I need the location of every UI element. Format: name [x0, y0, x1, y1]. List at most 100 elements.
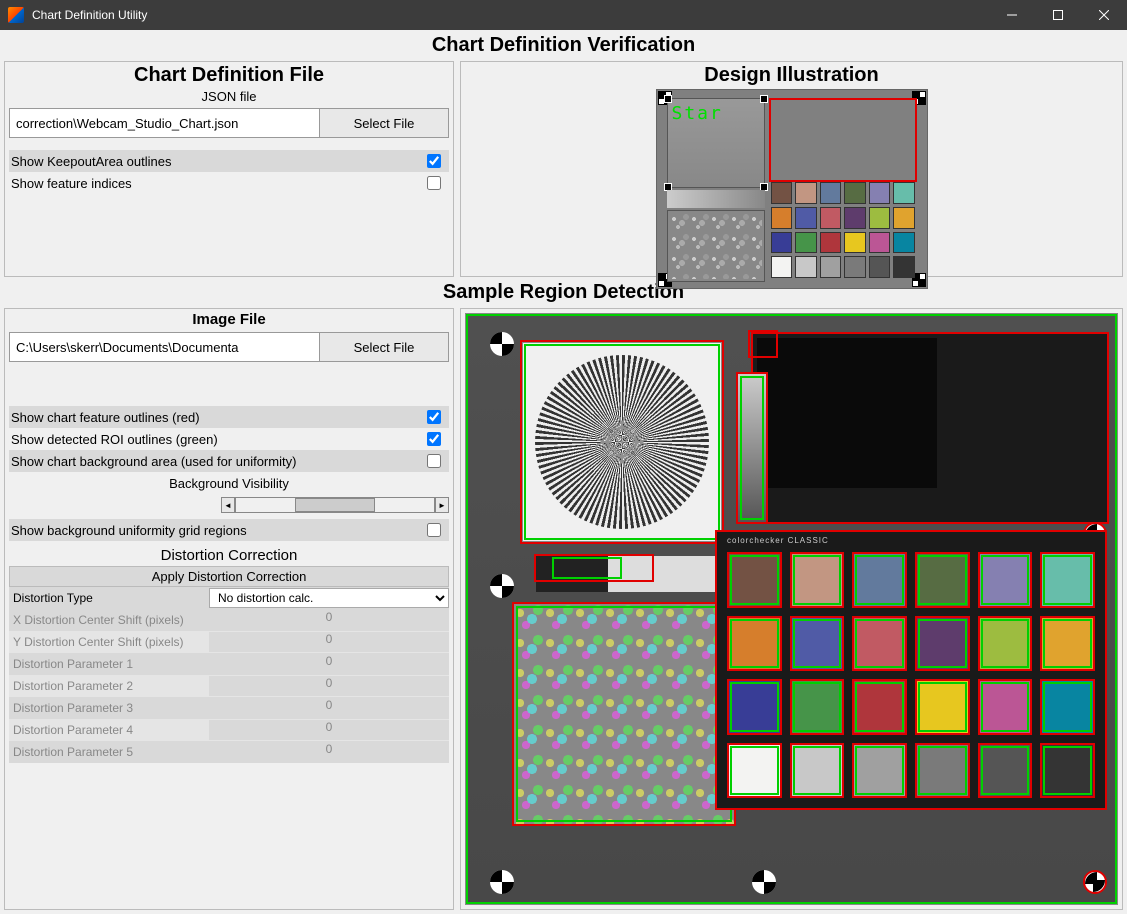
- color-patch: [795, 232, 817, 254]
- color-patch: [795, 256, 817, 278]
- slider-left-arrow-icon[interactable]: ◄: [221, 497, 235, 513]
- full-frame-green-outline: [466, 314, 1117, 904]
- titlebar: Chart Definition Utility: [0, 0, 1127, 30]
- param-label: X Distortion Center Shift (pixels): [9, 613, 205, 627]
- param-label: Distortion Parameter 1: [9, 657, 205, 671]
- param-value: 0: [209, 742, 449, 762]
- color-patch: [771, 232, 793, 254]
- param-label: Distortion Parameter 4: [9, 723, 205, 737]
- star-label: Star: [672, 103, 723, 124]
- texture-box: [667, 210, 765, 282]
- sample-image-panel: colorchecker CLASSIC: [460, 308, 1123, 910]
- keepout-checkbox[interactable]: [427, 154, 441, 168]
- design-chart-canvas: Star: [656, 89, 928, 289]
- color-patch: [869, 207, 891, 229]
- distortion-param-row: Distortion Parameter 4 0: [9, 719, 449, 741]
- color-patch: [820, 182, 842, 204]
- color-patch: [893, 182, 915, 204]
- color-patch: [771, 256, 793, 278]
- sample-image-canvas[interactable]: colorchecker CLASSIC: [465, 313, 1118, 905]
- distortion-type-label: Distortion Type: [9, 591, 205, 605]
- color-patch: [844, 232, 866, 254]
- fiducial-icon: [664, 95, 672, 103]
- color-patch: [820, 256, 842, 278]
- maximize-button[interactable]: [1035, 0, 1081, 30]
- sample-region-detection-heading: Sample Region Detection: [4, 281, 1123, 304]
- show-green-outlines-checkbox[interactable]: [427, 432, 441, 446]
- color-patch: [869, 232, 891, 254]
- chart-definition-file-panel: Chart Definition File JSON file Select F…: [4, 61, 454, 277]
- distortion-type-select[interactable]: No distortion calc.: [209, 588, 449, 608]
- image-file-title: Image File: [9, 311, 449, 328]
- show-bg-area-checkbox[interactable]: [427, 454, 441, 468]
- indices-checkbox[interactable]: [427, 176, 441, 190]
- distortion-param-row: Distortion Parameter 2 0: [9, 675, 449, 697]
- image-select-file-button[interactable]: Select File: [319, 332, 449, 362]
- show-red-outlines-label: Show chart feature outlines (red): [11, 410, 427, 425]
- param-value: 0: [209, 654, 449, 674]
- bg-visibility-slider[interactable]: ◄ ►: [9, 495, 449, 515]
- color-patch: [795, 207, 817, 229]
- fiducial-icon: [760, 95, 768, 103]
- image-file-input[interactable]: [9, 332, 319, 362]
- keepout-label: Show KeepoutArea outlines: [11, 154, 427, 169]
- show-green-outlines-label: Show detected ROI outlines (green): [11, 432, 427, 447]
- distortion-param-row: Distortion Parameter 5 0: [9, 741, 449, 763]
- param-value: 0: [209, 698, 449, 718]
- json-file-input[interactable]: [9, 108, 319, 138]
- param-value: 0: [209, 720, 449, 740]
- sample-region-left-panel: Image File Select File Show chart featur…: [4, 308, 454, 910]
- indices-option-row: Show feature indices: [9, 172, 449, 194]
- param-value: 0: [209, 676, 449, 696]
- slider-right-arrow-icon[interactable]: ►: [435, 497, 449, 513]
- show-red-outlines-checkbox[interactable]: [427, 410, 441, 424]
- slider-thumb[interactable]: [295, 498, 375, 512]
- top-mid-red-box: [748, 330, 778, 358]
- color-patch: [844, 182, 866, 204]
- color-patch: [893, 207, 915, 229]
- param-label: Y Distortion Center Shift (pixels): [9, 635, 205, 649]
- color-patch: [844, 207, 866, 229]
- bg-visibility-label: Background Visibility: [9, 476, 449, 491]
- wedge-box: [667, 190, 765, 208]
- distortion-correction-heading: Distortion Correction: [9, 547, 449, 564]
- color-patch: [869, 256, 891, 278]
- color-patch: [893, 232, 915, 254]
- apply-distortion-subheader: Apply Distortion Correction: [9, 566, 449, 587]
- json-file-label: JSON file: [9, 89, 449, 104]
- distortion-param-row: Y Distortion Center Shift (pixels) 0: [9, 631, 449, 653]
- color-patch: [844, 256, 866, 278]
- color-patch: [771, 182, 793, 204]
- param-label: Distortion Parameter 2: [9, 679, 205, 693]
- param-label: Distortion Parameter 5: [9, 745, 205, 759]
- show-bg-area-label: Show chart background area (used for uni…: [11, 454, 427, 469]
- chart-def-verification-heading: Chart Definition Verification: [4, 34, 1123, 57]
- json-select-file-button[interactable]: Select File: [319, 108, 449, 138]
- minimize-button[interactable]: [989, 0, 1035, 30]
- keepout-option-row: Show KeepoutArea outlines: [9, 150, 449, 172]
- param-value: 0: [209, 610, 449, 630]
- design-illustration-title: Design Illustration: [465, 64, 1118, 87]
- distortion-param-row: Distortion Parameter 3 0: [9, 697, 449, 719]
- param-value: 0: [209, 632, 449, 652]
- color-patch: [795, 182, 817, 204]
- close-button[interactable]: [1081, 0, 1127, 30]
- color-patch: [869, 182, 891, 204]
- colorchecker-grid: [769, 180, 917, 280]
- distortion-param-row: Distortion Parameter 1 0: [9, 653, 449, 675]
- indices-label: Show feature indices: [11, 176, 427, 191]
- chart-def-file-title: Chart Definition File: [9, 64, 449, 87]
- param-label: Distortion Parameter 3: [9, 701, 205, 715]
- color-patch: [820, 232, 842, 254]
- color-patch: [771, 207, 793, 229]
- color-patch: [893, 256, 915, 278]
- design-illustration-panel: Design Illustration Star: [460, 61, 1123, 277]
- app-icon: [8, 7, 24, 23]
- distortion-param-row: X Distortion Center Shift (pixels) 0: [9, 609, 449, 631]
- show-grid-label: Show background uniformity grid regions: [11, 523, 427, 538]
- color-patch: [820, 207, 842, 229]
- window-title: Chart Definition Utility: [32, 8, 989, 22]
- black-region-outline: [769, 98, 917, 182]
- star-chart-box: Star: [667, 98, 765, 188]
- show-grid-checkbox[interactable]: [427, 523, 441, 537]
